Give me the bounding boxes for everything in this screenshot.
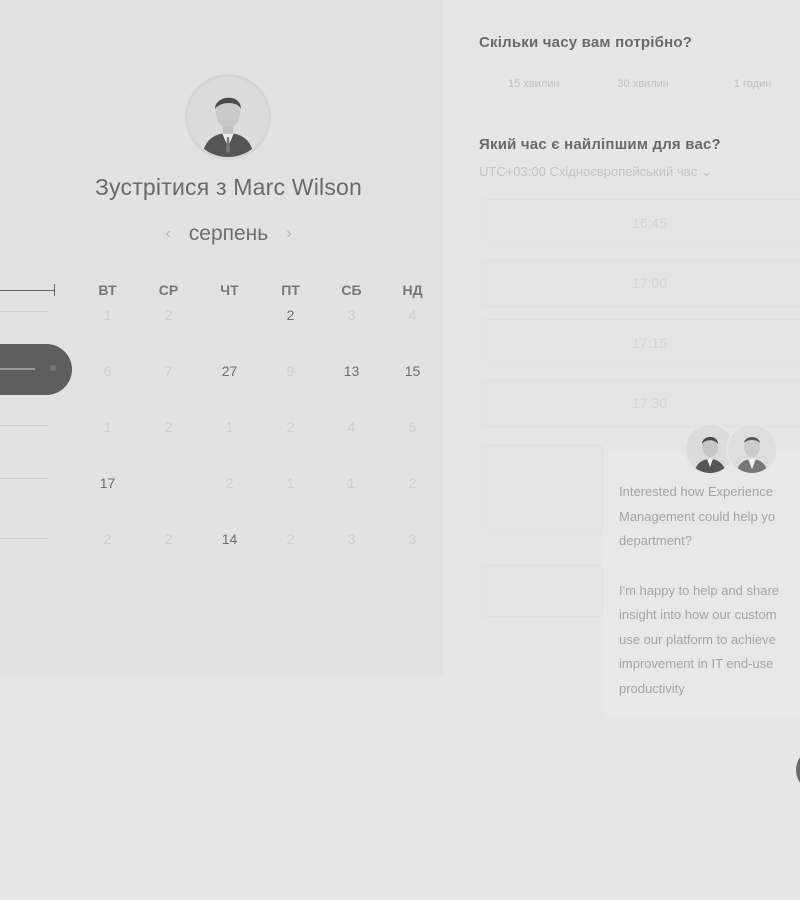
pill-bar [0, 368, 35, 370]
calendar-day: 6 [103, 363, 112, 379]
chat-line: Management could help yo [619, 508, 776, 524]
slider-end-cap [54, 284, 55, 296]
duration-option-60[interactable]: 1 годин [734, 78, 771, 90]
weekday-label: СБ [341, 282, 362, 298]
calendar-day-available[interactable]: 14 [199, 529, 260, 585]
chat-message: Interested how Experience Management cou… [619, 480, 800, 726]
duration-question: Скільки часу вам потрібно? [479, 34, 693, 51]
duration-options: 15 хвилин 30 хвилин 1 годин [479, 78, 771, 90]
weekday-label: ПТ [281, 282, 300, 298]
chat-line: I'm happy to help and share [619, 582, 780, 598]
calendar-day: 2 [408, 475, 417, 491]
chat-line: insight into how our custom [619, 607, 777, 622]
chat-line: Interested how Experience [619, 484, 773, 499]
calendar-day: 3 [408, 531, 417, 547]
weekday-label: ВТ [98, 282, 117, 298]
calendar-day: 2 [164, 419, 173, 435]
calendar-day: 2 [164, 531, 173, 547]
weekday-label: НД [402, 282, 423, 298]
time-slot-label: 17:15 [632, 335, 668, 351]
duration-option-30[interactable]: 30 хвилин [617, 78, 668, 90]
calendar-day-available[interactable]: 15 [382, 361, 443, 417]
calendar-day: 2 [164, 307, 173, 323]
slider-track [0, 290, 55, 291]
calendar-day: 2 [286, 531, 295, 547]
calendar-day: 1 [347, 475, 356, 491]
calendar-day [138, 473, 199, 529]
calendar-week-row: 2 2 14 2 3 3 [77, 529, 447, 585]
calendar-day-available[interactable]: 2 [260, 305, 321, 361]
row-divider [0, 478, 48, 479]
chat-line: improvement in IT end-use [619, 656, 774, 671]
selected-date-pill[interactable] [0, 344, 72, 395]
agent-avatar [728, 425, 776, 473]
person-photo-icon [728, 425, 776, 473]
calendar-day: 1 [103, 419, 112, 435]
time-slot[interactable]: 17:15 [481, 319, 800, 367]
row-divider [0, 538, 48, 539]
calendar-day-available[interactable]: 27 [199, 361, 260, 417]
calendar-day: 2 [286, 419, 295, 435]
agent-avatar [686, 425, 734, 473]
time-slot-label: 16:45 [632, 215, 668, 231]
time-slot-placeholder [481, 445, 603, 535]
time-slot[interactable]: 16:45 [481, 199, 800, 247]
time-slot-placeholder [481, 565, 603, 617]
calendar-day: 2 [225, 475, 234, 491]
calendar-week-row: 6 7 27 9 13 15 [77, 361, 447, 417]
calendar-day [199, 305, 260, 361]
chat-paragraph: Interested how Experience Management cou… [619, 480, 800, 554]
person-photo-icon [686, 425, 734, 473]
weekday-header: ВТ СР ЧТ ПТ СБ НД [77, 282, 447, 298]
chevron-right-icon[interactable]: › [286, 225, 291, 242]
month-navigator: ‹ серпень › [0, 222, 457, 246]
time-slot[interactable]: 17:30 [481, 379, 800, 427]
chat-avatars [686, 425, 776, 475]
timezone-select[interactable]: UTC+03:00 Східноєвропейський час ⌄ [479, 164, 712, 180]
calendar-day: 5 [408, 419, 417, 435]
calendar-grid: 1 2 2 3 4 6 7 27 9 13 15 1 2 1 2 4 5 17 2 1 1 2 2 2 14 2 3 3 [77, 305, 447, 585]
chat-line: use our platform to achieve [619, 631, 776, 647]
row-divider [0, 425, 48, 426]
calendar-panel: Зустрітися з Marc Wilson ‹ серпень › ВТ СР… [0, 0, 443, 675]
calendar-week-row: 1 2 1 2 4 5 [77, 417, 447, 473]
chevron-left-icon[interactable]: ‹ [165, 225, 170, 242]
row-divider [0, 311, 48, 312]
calendar-day: 7 [164, 363, 173, 379]
calendar-day-available[interactable]: 13 [321, 361, 382, 417]
time-slot-label: 17:00 [632, 275, 668, 291]
calendar-day: 4 [347, 419, 356, 435]
time-slot-label: 17:30 [632, 395, 668, 411]
calendar-day: 1 [225, 419, 234, 435]
weekday-label: СР [158, 282, 179, 298]
meeting-title: Зустрітися з Marc Wilson [94, 174, 363, 200]
month-label: серпень [188, 222, 269, 245]
time-question: Який час є найліпшим для вас? [479, 136, 721, 153]
calendar-day: 9 [286, 363, 295, 379]
calendar-week-row: 1 2 2 3 4 [77, 305, 447, 361]
calendar-day: 3 [347, 531, 356, 547]
calendar-day: 3 [347, 307, 356, 323]
weekday-label: ЧТ [220, 282, 239, 298]
calendar-week-row: 17 2 1 1 2 [77, 473, 447, 529]
chat-line: productivity [619, 680, 685, 696]
chat-line: department? [619, 533, 692, 548]
duration-option-15[interactable]: 15 хвилин [508, 78, 559, 90]
person-photo-icon [188, 77, 268, 157]
calendar-day-available[interactable]: 17 [77, 473, 138, 529]
chat-launcher-button[interactable] [796, 748, 800, 792]
calendar-day: 4 [408, 307, 417, 323]
calendar-day: 2 [103, 531, 112, 547]
time-slot[interactable]: 17:00 [481, 259, 800, 307]
pill-dot [50, 365, 56, 371]
host-avatar [188, 77, 268, 157]
chat-paragraph: I'm happy to help and share insight into… [619, 579, 800, 702]
calendar-day: 1 [286, 475, 295, 491]
calendar-day: 1 [103, 307, 112, 323]
